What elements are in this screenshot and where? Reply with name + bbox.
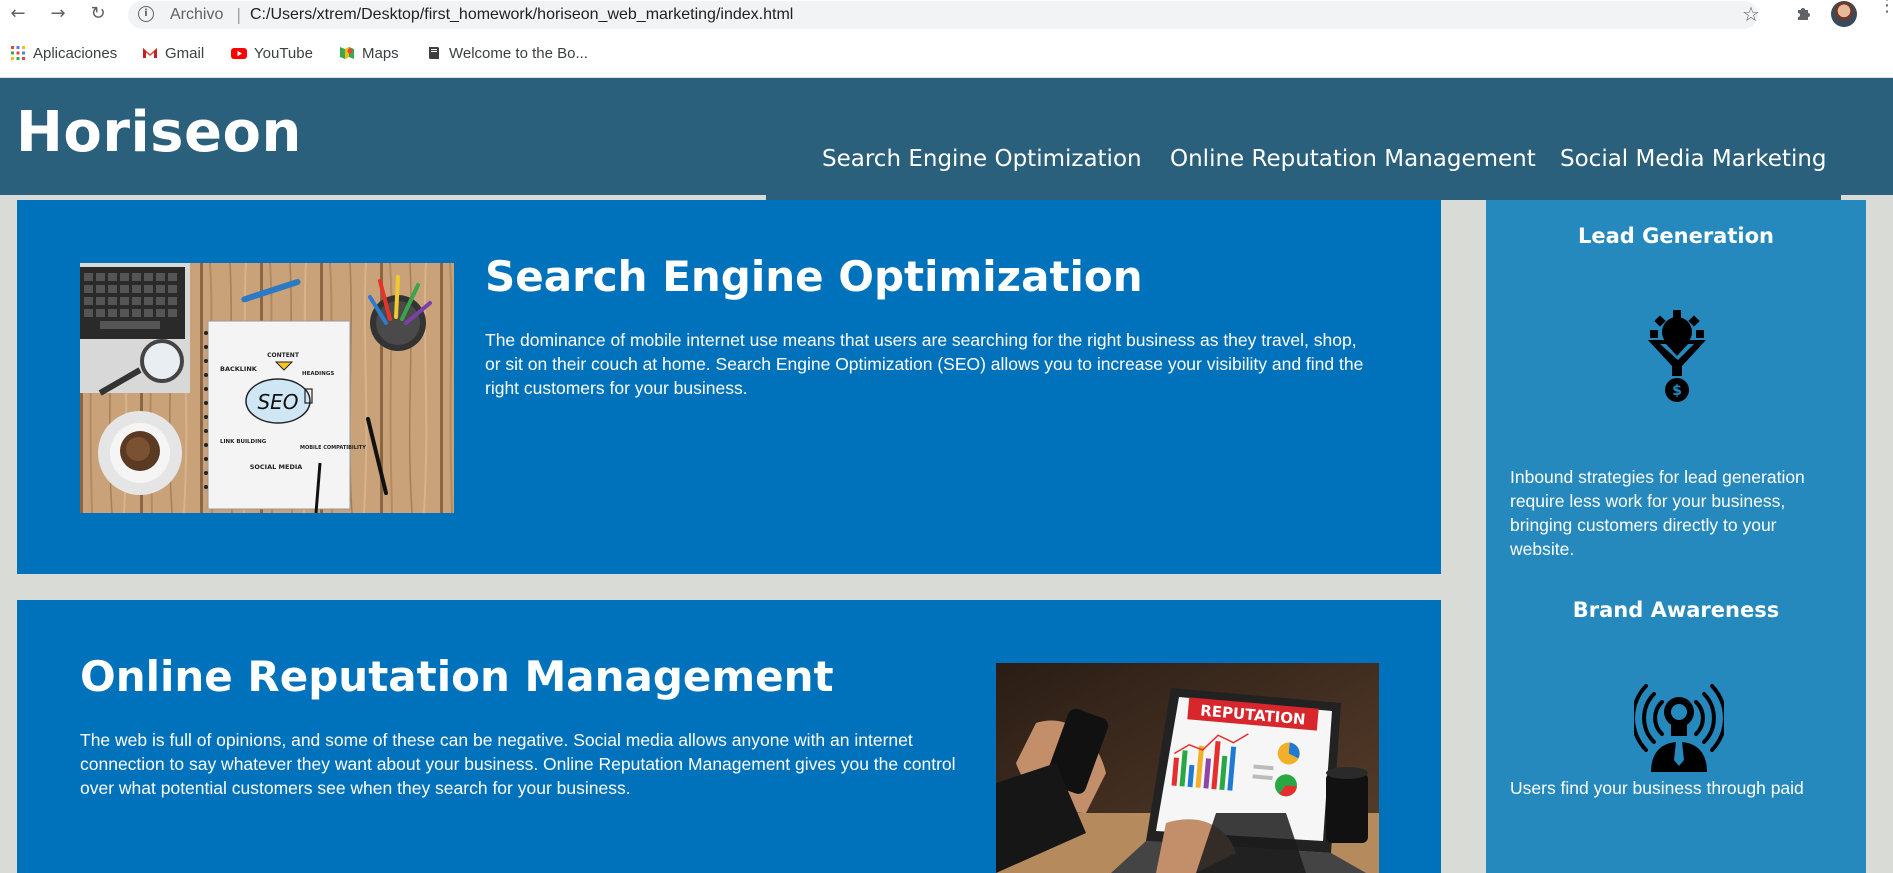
profile-avatar[interactable]	[1831, 1, 1857, 27]
seo-section: SEO CONTENT BACKLINK HEADINGS LINK BUILD…	[17, 200, 1441, 574]
lead-generation-heading: Lead Generation	[1578, 224, 1774, 248]
browser-menu-icon[interactable]: ⋮	[1878, 0, 1893, 15]
bookmark-star-icon[interactable]: ☆	[1742, 2, 1760, 26]
site-info-icon[interactable]: i	[138, 6, 154, 22]
nav-link-reputation[interactable]: Online Reputation Management	[1170, 146, 1536, 172]
apps-grid-icon	[11, 46, 25, 60]
seo-illustration: SEO CONTENT BACKLINK HEADINGS LINK BUILD…	[80, 263, 454, 513]
book-icon	[429, 47, 439, 59]
extensions-puzzle-icon[interactable]	[1795, 4, 1813, 22]
bookmark-youtube[interactable]: YouTube	[231, 42, 313, 64]
seo-social-label: SOCIAL MEDIA	[250, 463, 303, 471]
reputation-paragraph: The web is full of opinions, and some of…	[80, 730, 956, 798]
horiseon-page: Horiseon Search Engine Optimization Onli…	[0, 78, 1893, 873]
forward-arrow-icon[interactable]: →	[46, 2, 70, 26]
brand-awareness-paragraph: Users find your business through paid	[1510, 778, 1804, 798]
bookmark-label: Welcome to the Bo...	[449, 44, 588, 62]
bookmark-label: YouTube	[254, 44, 313, 62]
site-logo[interactable]: Horiseon	[16, 100, 302, 165]
bookmarks-bar: Aplicaciones Gmail YouTube Maps Welcome …	[0, 42, 1893, 64]
youtube-icon	[231, 48, 247, 59]
benefits-sidebar: Lead Generation $ Inbound strategies for…	[1486, 200, 1866, 873]
svg-text:$: $	[1672, 383, 1682, 399]
back-arrow-icon[interactable]: ←	[6, 2, 30, 26]
bookmark-label: Maps	[362, 44, 399, 62]
bookmark-aplicaciones[interactable]: Aplicaciones	[10, 42, 117, 64]
gmail-icon	[143, 48, 157, 58]
nav-link-social-media[interactable]: Social Media Marketing	[1560, 146, 1827, 172]
seo-mobile-label: MOBILE COMPATIBILITY	[300, 445, 366, 451]
lead-generation-icon: $	[1648, 310, 1706, 402]
seo-content-label: CONTENT	[267, 352, 300, 359]
seo-center-label: SEO	[257, 390, 298, 414]
scheme-separator: |	[236, 5, 242, 24]
reputation-heading: Online Reputation Management	[80, 652, 834, 701]
reputation-image: REPUTATION	[996, 663, 1379, 873]
bookmark-label: Gmail	[165, 44, 205, 62]
seo-headings-label: HEADINGS	[302, 371, 334, 377]
bookmark-gmail[interactable]: Gmail	[142, 42, 204, 64]
seo-image: SEO CONTENT BACKLINK HEADINGS LINK BUILD…	[80, 263, 454, 513]
bookmark-welcome[interactable]: Welcome to the Bo...	[426, 42, 588, 64]
seo-heading: Search Engine Optimization	[485, 252, 1143, 301]
reputation-illustration: REPUTATION	[996, 663, 1379, 873]
brand-awareness-icon	[1634, 684, 1724, 772]
file-scheme-label: Archivo	[170, 6, 224, 23]
reputation-section: Online Reputation Management The web is …	[17, 600, 1441, 873]
url-text[interactable]: C:/Users/xtrem/Desktop/first_homework/ho…	[250, 6, 793, 24]
maps-icon	[340, 47, 354, 59]
seo-backlink-label: BACKLINK	[220, 365, 258, 373]
bookmark-maps[interactable]: Maps	[339, 42, 399, 64]
address-bar[interactable]: i Archivo | C:/Users/xtrem/Desktop/first…	[128, 1, 1758, 29]
site-header: Horiseon Search Engine Optimization Onli…	[0, 78, 1893, 200]
nav-link-seo[interactable]: Search Engine Optimization	[822, 146, 1142, 172]
brand-awareness-heading: Brand Awareness	[1572, 598, 1780, 622]
browser-toolbar: ← → ↻ i Archivo | C:/Users/xtrem/Desktop…	[0, 0, 1893, 29]
lead-generation-paragraph: Inbound strategies for lead generation r…	[1510, 467, 1805, 559]
browser-chrome: ← → ↻ i Archivo | C:/Users/xtrem/Desktop…	[0, 0, 1893, 78]
bookmark-label: Aplicaciones	[33, 44, 118, 62]
seo-paragraph: The dominance of mobile internet use mea…	[485, 330, 1364, 398]
reload-icon[interactable]: ↻	[86, 2, 110, 26]
seo-link-building-label: LINK BUILDING	[220, 439, 267, 445]
